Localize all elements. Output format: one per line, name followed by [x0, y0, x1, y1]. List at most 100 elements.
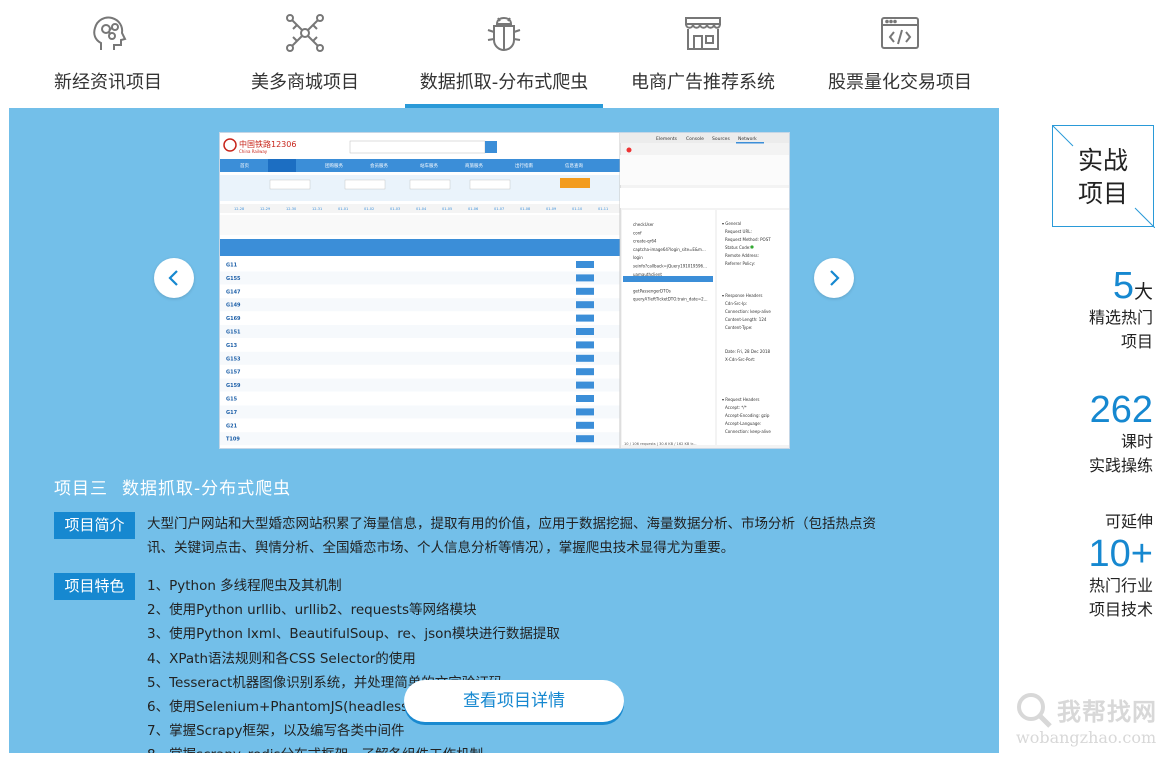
- train-row: [220, 365, 620, 379]
- tab-label: 美多商城项目: [251, 72, 359, 93]
- book-button: [576, 435, 594, 443]
- train-row: [220, 378, 620, 392]
- book-button: [576, 274, 594, 282]
- project-intro-text: 大型门户网站和大型婚恋网站积累了海量信息，提取有用的价值，应用于数据挖掘、海量数…: [147, 516, 876, 556]
- stat-label: 项目: [1120, 332, 1153, 351]
- stat-label: 精选热门: [1088, 308, 1153, 327]
- stat-lessons: 262 课时 实践操练: [1089, 390, 1153, 478]
- code-window-icon: [879, 12, 921, 54]
- brain-head-icon: [87, 12, 129, 54]
- stat-number: 5: [1112, 265, 1134, 307]
- svg-text:12-31: 12-31: [312, 207, 322, 211]
- chevron-right-icon: [830, 270, 840, 286]
- svg-text:01-06: 01-06: [468, 207, 478, 211]
- svg-text:团购服务: 团购服务: [325, 162, 343, 169]
- devtools-tab-console: Console: [686, 136, 704, 142]
- svg-text:首页: 首页: [240, 162, 249, 169]
- tab-mall-project[interactable]: 美多商城项目: [231, 0, 379, 108]
- network-request-name: login: [633, 255, 643, 260]
- site-logo-subtext: China Railway: [239, 149, 268, 154]
- devtools-tab-elements: Elements: [656, 136, 678, 142]
- tab-news-project[interactable]: 新经资讯项目: [34, 0, 182, 108]
- svg-text:Accept-Encoding: gzip: Accept-Encoding: gzip: [725, 413, 770, 418]
- svg-text:X-Cdn-Src-Port:: X-Cdn-Src-Port:: [725, 357, 755, 362]
- badge-line: 实战: [1077, 146, 1128, 175]
- svg-text:Request URL:: Request URL:: [725, 229, 752, 234]
- svg-text:▾ Response Headers: ▾ Response Headers: [722, 293, 762, 298]
- train-row: [220, 284, 620, 298]
- svg-text:01-01: 01-01: [338, 207, 348, 211]
- train-number: G157: [226, 370, 241, 376]
- book-button: [576, 261, 594, 268]
- tab-ad-recommend[interactable]: 电商广告推荐系统: [625, 0, 781, 108]
- stat-unit: 大: [1133, 281, 1153, 303]
- tab-crawler-project[interactable]: 数据抓取-分布式爬虫: [405, 0, 603, 108]
- devtools-tab-network: Network: [738, 136, 757, 142]
- feature-item: 3、使用Python lxml、BeautifulSoup、re、json模块进…: [147, 626, 560, 643]
- book-button: [576, 421, 594, 429]
- svg-text:Status Code:: Status Code:: [725, 245, 751, 250]
- train-row: [220, 325, 620, 338]
- stat-prefix: 可延伸: [1104, 512, 1153, 531]
- bug-icon: [483, 12, 525, 54]
- stat-label: 实践操练: [1088, 456, 1153, 475]
- train-row: [220, 338, 620, 352]
- feature-item: 7、掌握Scrapy框架，以及编写各类中间件: [147, 723, 405, 740]
- magnifier-icon: [1017, 693, 1052, 728]
- svg-text:12-30: 12-30: [286, 207, 296, 211]
- book-button: [576, 368, 594, 376]
- train-row: [220, 392, 620, 405]
- svg-text:Referrer Policy:: Referrer Policy:: [725, 261, 755, 266]
- svg-text:01-05: 01-05: [442, 207, 452, 211]
- next-slide-button[interactable]: [814, 258, 854, 298]
- svg-text:01-07: 01-07: [494, 207, 504, 211]
- book-button: [576, 408, 594, 416]
- stat-label: 课时: [1120, 432, 1153, 451]
- train-number: G11: [226, 263, 238, 269]
- svg-text:01-10: 01-10: [572, 207, 582, 211]
- train-row: [220, 311, 620, 325]
- book-button: [576, 341, 594, 349]
- site-watermark: 我帮找网 wobangzhao.com: [1012, 690, 1162, 752]
- train-number: G169: [226, 316, 241, 322]
- badge-line: 项目: [1077, 179, 1128, 208]
- network-request-name: queryA?leftTicketDTO.train_date=2...: [633, 297, 708, 302]
- svg-text:01-02: 01-02: [364, 207, 374, 211]
- project-name: 数据抓取-分布式爬虫: [122, 479, 292, 499]
- project-tabs: 新经资讯项目 美多商城项目 数据抓取-分布式爬虫 电商广告推荐系统 股票量化交易…: [0, 0, 1000, 108]
- view-details-button[interactable]: 查看项目详情: [404, 680, 624, 722]
- tab-stock-trading[interactable]: 股票量化交易项目: [824, 0, 976, 108]
- book-button: [576, 381, 594, 389]
- svg-text:出行指南: 出行指南: [515, 162, 533, 169]
- storefront-icon: [682, 12, 724, 54]
- svg-text:Content-Length: 124: Content-Length: 124: [725, 317, 767, 322]
- book-button: [576, 301, 594, 309]
- train-number: G149: [226, 303, 241, 309]
- stat-number: 10+: [1088, 533, 1153, 575]
- tab-label: 电商广告推荐系统: [631, 72, 775, 93]
- practice-badge: 实战 项目: [1052, 125, 1155, 228]
- svg-text:01-04: 01-04: [416, 207, 427, 211]
- prev-slide-button[interactable]: [154, 258, 194, 298]
- train-row: [220, 298, 620, 312]
- book-button: [576, 395, 594, 402]
- site-logo-text: 中国铁路12306: [239, 139, 296, 149]
- network-nodes-icon: [284, 12, 326, 54]
- book-button: [576, 314, 594, 322]
- tab-label: 新经资讯项目: [54, 72, 162, 93]
- network-request-name: captcha-image64?login_site=E&m...: [633, 247, 706, 252]
- train-row: [220, 271, 620, 285]
- train-row: [220, 351, 620, 365]
- svg-text:Cdn-Src-Ip:: Cdn-Src-Ip:: [725, 301, 747, 306]
- project-panel: 中国铁路12306 China Railway 首页车票团购服务 会员服务站车服…: [9, 108, 999, 753]
- svg-text:01-08: 01-08: [520, 207, 530, 211]
- feature-item: 2、使用Python urllib、urllib2、requests等网络模块: [147, 602, 477, 619]
- book-button: [576, 287, 594, 295]
- watermark-text: 我帮找网: [1057, 698, 1157, 726]
- stat-label: 项目技术: [1088, 600, 1153, 619]
- network-request-name: create-qr64: [633, 239, 657, 244]
- train-number: G15: [226, 397, 238, 403]
- train-number: G159: [226, 383, 241, 389]
- svg-text:12-28: 12-28: [234, 207, 244, 211]
- watermark-url: wobangzhao.com: [1016, 728, 1157, 747]
